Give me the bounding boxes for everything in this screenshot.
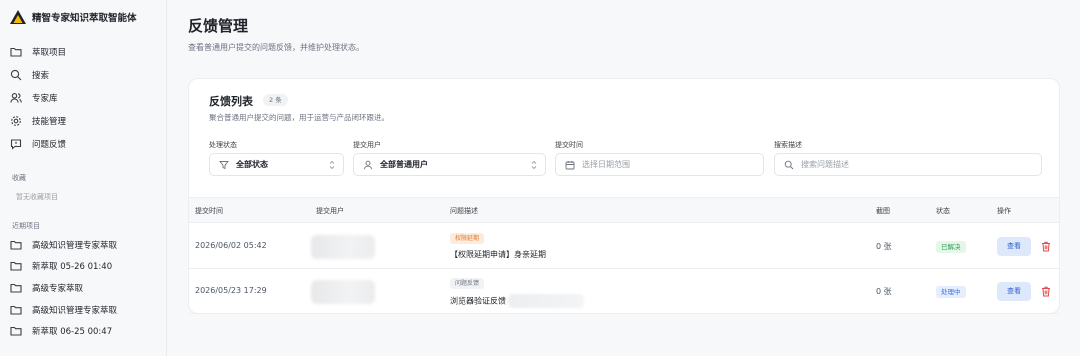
status-filter-select[interactable]: 全部状态 (209, 153, 344, 176)
time-filter-label: 提交时间 (555, 141, 583, 149)
folder-icon (10, 282, 22, 294)
row-shots: 0 张 (876, 242, 892, 251)
users-icon (10, 92, 22, 104)
recent-item[interactable]: 高级知识管理专家萃取 (8, 234, 158, 256)
recent-list: 高级知识管理专家萃取 新萃取 05-26 01:40 高级专家萃取 高级知识管理… (8, 234, 158, 342)
recent-item-label: 新萃取 06-25 00:47 (32, 327, 113, 338)
brand-title: 精智专家知识萃取智能体 (32, 13, 137, 24)
gear-icon (10, 115, 22, 127)
row-desc-text: 浏览器验证反馈 (450, 296, 506, 306)
status-filter-label: 处理状态 (209, 141, 237, 149)
favorites-title: 收藏 (12, 174, 26, 182)
folder-icon (10, 46, 22, 58)
date-range-input[interactable]: 选择日期范围 (555, 153, 764, 176)
folder-icon (10, 304, 22, 316)
feedback-icon (10, 138, 22, 150)
search-input[interactable]: 搜索问题描述 (774, 153, 1042, 176)
col-user: 提交用户 (316, 207, 344, 215)
count-badge: 2 条 (263, 94, 288, 106)
recent-item[interactable]: 高级专家萃取 (8, 277, 158, 299)
view-button[interactable]: 查看 (997, 237, 1031, 256)
trash-icon[interactable] (1041, 241, 1051, 252)
nav-item-feedback[interactable]: 问题反馈 (8, 132, 158, 155)
brand[interactable]: 精智专家知识萃取智能体 (10, 10, 137, 24)
date-range-placeholder: 选择日期范围 (582, 160, 630, 169)
status-badge: 处理中 (936, 286, 966, 298)
recent-title: 近期项目 (12, 222, 40, 230)
folder-icon (10, 260, 22, 272)
recent-item-label: 高级知识管理专家萃取 (32, 240, 118, 251)
category-tag: 问题反馈 (450, 278, 485, 289)
table-header: 提交时间 提交用户 问题描述 截图 状态 操作 (189, 197, 1059, 223)
row-time: 2026/06/02 05:42 (195, 241, 267, 250)
desc-redacted (508, 294, 584, 308)
row-desc: 浏览器验证反馈 (450, 294, 584, 308)
view-button[interactable]: 查看 (997, 282, 1031, 301)
page-title: 反馈管理 (188, 17, 249, 35)
card-subtitle: 聚合普通用户提交的问题，用于运营与产品闭环跟进。 (209, 113, 389, 122)
table-row[interactable]: 2026/05/23 17:29 问题反馈 浏览器验证反馈 0 张 处理中 查看 (189, 269, 1059, 314)
category-tag: 权限延期 (450, 233, 485, 244)
user-filter-select[interactable]: 全部普通用户 (353, 153, 546, 176)
nav-item-skills[interactable]: 技能管理 (8, 109, 158, 132)
col-action: 操作 (997, 207, 1011, 215)
recent-item-label: 新萃取 05-26 01:40 (32, 262, 113, 273)
col-time: 提交时间 (195, 207, 223, 215)
row-desc: 【权限延期申请】身亲延期 (450, 250, 546, 259)
user-icon (363, 160, 373, 170)
chevron-updown-icon (531, 160, 537, 170)
feedback-card: 反馈列表 2 条 聚合普通用户提交的问题，用于运营与产品闭环跟进。 处理状态 全… (188, 78, 1060, 314)
main-content: 反馈管理 查看普通用户提交的问题反馈，并维护处理状态。 反馈列表 2 条 聚合普… (167, 0, 1080, 356)
recent-item-label: 高级专家萃取 (32, 283, 84, 294)
nav-label: 问题反馈 (32, 139, 67, 150)
nav-item-experts[interactable]: 专家库 (8, 86, 158, 109)
col-desc: 问题描述 (450, 207, 478, 215)
chevron-updown-icon (329, 160, 335, 170)
nav-label: 专家库 (32, 93, 58, 104)
status-badge: 已解决 (936, 241, 966, 253)
row-shots: 0 张 (876, 287, 892, 296)
search-icon (10, 69, 22, 81)
folder-icon (10, 325, 22, 337)
status-filter-value: 全部状态 (236, 160, 268, 169)
logo-icon (10, 10, 26, 24)
nav-label: 搜索 (32, 70, 50, 81)
nav-item-search[interactable]: 搜索 (8, 63, 158, 86)
user-redacted (311, 280, 375, 304)
recent-item-label: 高级知识管理专家萃取 (32, 305, 118, 316)
sidebar: 精智专家知识萃取智能体 萃取项目 搜索 专家库 技能管理 问题反馈 收藏 暂无收… (0, 0, 167, 356)
folder-icon (10, 239, 22, 251)
row-time: 2026/05/23 17:29 (195, 286, 267, 295)
card-title: 反馈列表 (209, 95, 253, 108)
user-filter-value: 全部普通用户 (380, 160, 428, 169)
nav-item-projects[interactable]: 萃取项目 (8, 40, 158, 63)
search-icon (784, 160, 794, 170)
recent-item[interactable]: 新萃取 05-26 01:40 (8, 256, 158, 278)
trash-icon[interactable] (1041, 286, 1051, 297)
search-placeholder: 搜索问题描述 (801, 160, 849, 169)
main-nav: 萃取项目 搜索 专家库 技能管理 问题反馈 (8, 40, 158, 155)
col-shots: 截图 (876, 207, 890, 215)
user-filter-label: 提交用户 (353, 141, 381, 149)
search-filter-label: 搜索描述 (774, 141, 802, 149)
table-row[interactable]: 2026/06/02 05:42 权限延期 【权限延期申请】身亲延期 0 张 已… (189, 224, 1059, 269)
nav-label: 技能管理 (32, 116, 67, 127)
nav-label: 萃取项目 (32, 47, 67, 58)
favorites-empty: 暂无收藏项目 (16, 193, 58, 201)
col-status: 状态 (936, 207, 950, 215)
recent-item[interactable]: 高级知识管理专家萃取 (8, 299, 158, 321)
recent-item[interactable]: 新萃取 06-25 00:47 (8, 320, 158, 342)
filter-icon (219, 160, 229, 170)
calendar-icon (565, 160, 575, 170)
user-redacted (311, 235, 375, 259)
page-subtitle: 查看普通用户提交的问题反馈，并维护处理状态。 (188, 43, 364, 52)
